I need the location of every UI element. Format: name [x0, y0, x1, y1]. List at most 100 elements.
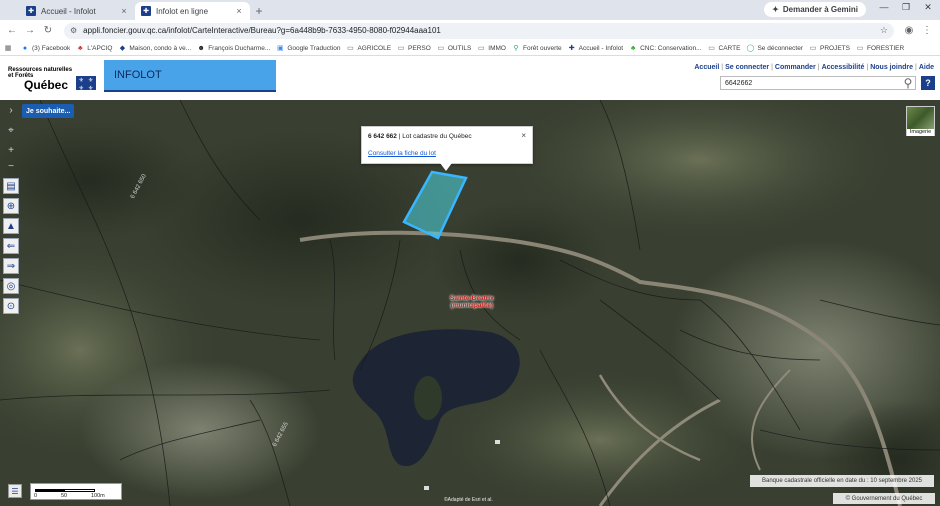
locate-icon[interactable]: ⌖ [3, 122, 19, 138]
bookmark-star-icon[interactable]: ☆ [880, 25, 888, 36]
zoom-area-icon[interactable]: ⊕ [3, 198, 19, 214]
bookmark-accueil-infolot[interactable]: ✚ Accueil - Infolot [568, 44, 623, 53]
zoom-in-icon[interactable]: + [3, 142, 19, 158]
bookmark-facebook[interactable]: ● (3) Facebook [21, 45, 70, 52]
bookmark-forestier[interactable]: ▭ FORESTIER [856, 44, 905, 53]
gemini-button[interactable]: ✦ Demander à Gemini [764, 2, 866, 17]
full-extent-icon[interactable]: ◎ [3, 278, 19, 294]
bookmark-francois[interactable]: ☻ François Ducharme... [197, 44, 271, 52]
folder-icon: ▭ [397, 45, 405, 52]
bookmark-se-deconnecter[interactable]: ◯ Se déconnecter [746, 44, 803, 53]
map-credit: ©Adapté de Esri et al. [444, 497, 493, 503]
diamond-icon: ◆ [119, 45, 126, 52]
bookmark-immo[interactable]: ▭ IMMO [477, 44, 506, 53]
cadastre-date-notice: Banque cadastrale officielle en date du … [750, 475, 934, 487]
face-icon: ☻ [197, 44, 205, 52]
imagery-thumbnail [907, 107, 934, 129]
apps-icon[interactable]: ▦ [4, 44, 15, 52]
map-tool-rail: › ⌖ + − ▤ ⊕ ▲ ⇐ ⇒ ◎ ⊙ [0, 100, 22, 506]
imagerie-label: Imagerie [907, 129, 934, 136]
new-tab-button[interactable]: + [250, 2, 268, 20]
previous-extent-icon[interactable]: ⇐ [3, 238, 19, 254]
quebec-icon: ✚ [568, 45, 575, 52]
profile-icon[interactable]: ◉ [900, 25, 918, 36]
quebec-favicon-icon: ✚ [26, 6, 36, 16]
tab-title: Infolot en ligne [156, 6, 209, 16]
minimize-icon[interactable]: — [876, 2, 892, 12]
lot-popup: 6 642 662 | Lot cadastre du Québec Consu… [361, 126, 533, 164]
book-icon[interactable]: ▤ [3, 178, 19, 194]
folder-icon: ▭ [477, 45, 485, 52]
address-bar[interactable]: ⚙ appli.foncier.gouv.qc.ca/infolot/Carte… [64, 22, 894, 39]
nav-se-connecter[interactable]: Se connecter [725, 64, 769, 71]
bookmark-google-traduction[interactable]: ▣ Google Traduction [276, 44, 340, 53]
site-info-icon[interactable]: ⚙ [70, 26, 77, 35]
close-icon[interactable]: × [234, 6, 244, 16]
restore-icon[interactable]: ❐ [898, 2, 914, 13]
bookmark-agricole[interactable]: ▭ AGRICOLE [346, 44, 391, 53]
close-icon[interactable]: × [119, 6, 129, 16]
zoom-selection-icon[interactable]: ⊙ [3, 298, 19, 314]
fleur-de-lys-icon: ⚜ ⚜ ⚜ ⚜ [76, 76, 96, 92]
search-icon[interactable]: ⚲ [901, 76, 915, 90]
place-label: Sainte-Béatrix (municipalité) [450, 295, 494, 309]
quebec-favicon-icon: ✚ [141, 6, 151, 16]
folder-icon: ▭ [856, 45, 864, 52]
infolot-banner: INFOLOT [104, 60, 276, 92]
browser-toolbar: ← → ↻ ⚙ appli.foncier.gouv.qc.ca/infolot… [0, 20, 940, 41]
menu-icon[interactable]: ⋮ [918, 25, 936, 36]
bookmark-outils[interactable]: ▭ OUTILS [437, 44, 472, 53]
folder-icon: ▭ [437, 45, 445, 52]
close-icon[interactable]: × [521, 131, 526, 140]
power-icon: ◯ [746, 45, 755, 52]
back-icon[interactable]: ← [4, 23, 20, 39]
url-text: appli.foncier.gouv.qc.ca/infolot/CarteIn… [83, 26, 441, 35]
popup-title: 6 642 662 | Lot cadastre du Québec [368, 133, 526, 140]
tab-title: Accueil - Infolot [41, 6, 96, 16]
tab-strip: ✚ Accueil - Infolot × ✚ Infolot en ligne… [0, 0, 940, 20]
bookmark-apciq[interactable]: ♣ L'APCIQ [76, 45, 112, 52]
site-header: Ressources naturelles et Forêts Québec ⚜… [0, 57, 940, 100]
tab-infolot[interactable]: ✚ Infolot en ligne × [135, 2, 250, 20]
translate-icon: ▣ [277, 45, 284, 52]
bookmark-foret-ouverte[interactable]: ⚲ Forêt ouverte [512, 44, 561, 53]
legend-icon[interactable]: ☰ [8, 484, 22, 498]
consulter-fiche-link[interactable]: Consulter la fiche du lot [368, 150, 526, 157]
leaf-icon: ♣ [630, 44, 636, 52]
lot-search-input[interactable]: 6642662 [720, 76, 916, 90]
bookmark-perso[interactable]: ▭ PERSO [397, 44, 431, 53]
next-extent-icon[interactable]: ⇒ [3, 258, 19, 274]
close-window-icon[interactable]: ✕ [920, 2, 936, 13]
leaf-icon: ♣ [78, 44, 83, 52]
lot-number: 6 642 662 [368, 133, 397, 140]
folder-icon: ▭ [347, 45, 354, 52]
zoom-out-icon[interactable]: − [3, 158, 19, 174]
popup-pointer [440, 163, 452, 171]
folder-icon: ▭ [809, 45, 817, 52]
nav-accueil[interactable]: Accueil [694, 64, 719, 71]
bookmarks-bar: ▦ ● (3) Facebook ♣ L'APCIQ ◆ Maison, condo … [0, 41, 940, 56]
je-souhaite-button[interactable]: Je souhaite... [22, 104, 75, 118]
gemini-label: Demander à Gemini [782, 5, 858, 14]
bookmark-cnc[interactable]: ♣ CNC: Conservation... [629, 44, 702, 52]
nav-aide[interactable]: Aide [919, 64, 934, 71]
bookmark-carte[interactable]: ▭ CARTE [708, 44, 740, 53]
reload-icon[interactable]: ↻ [40, 23, 56, 39]
site-nav: Accueil | Se connecter | Commander | Access… [694, 64, 934, 71]
bookmark-projets[interactable]: ▭ PROJETS [809, 44, 850, 53]
quebec-logo[interactable]: Ressources naturelles et Forêts Québec ⚜… [8, 67, 98, 95]
measure-icon[interactable]: ▲ [3, 218, 19, 234]
scale-bar-graphic [35, 489, 95, 492]
nav-accessibilite[interactable]: Accessibilité [822, 64, 865, 71]
bookmark-maison[interactable]: ◆ Maison, condo à ve... [118, 44, 192, 53]
scale-bar: 0 50 100m [30, 483, 122, 500]
nav-commander[interactable]: Commander [775, 64, 816, 71]
tab-accueil[interactable]: ✚ Accueil - Infolot × [20, 2, 135, 20]
help-button[interactable]: ? [921, 76, 935, 90]
forward-icon[interactable]: → [22, 23, 38, 39]
facebook-icon: ● [22, 44, 28, 52]
pin-icon: ⚲ [513, 45, 519, 52]
basemap-toggle[interactable]: Imagerie [906, 106, 935, 136]
expand-panel-icon[interactable]: › [3, 102, 19, 118]
nav-nous-joindre[interactable]: Nous joindre [870, 64, 913, 71]
